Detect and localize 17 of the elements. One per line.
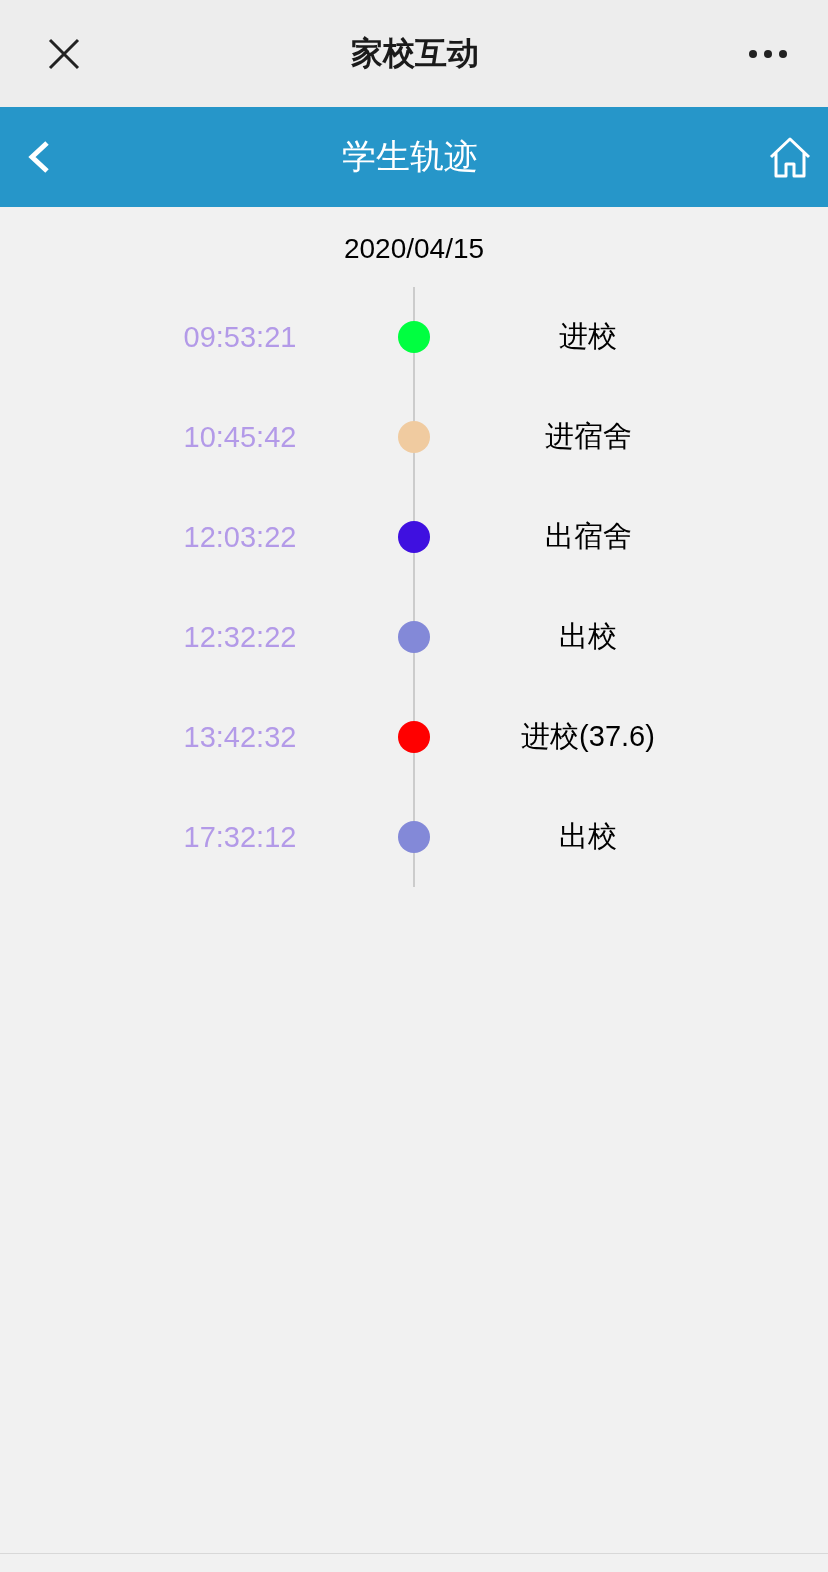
event-label: 进宿舍 [544,419,632,454]
event-time: 10:45:42 [183,420,297,454]
event-time: 09:53:21 [183,320,297,354]
event-label: 出校 [559,819,617,854]
event-label: 进校 [559,319,617,354]
date-label: 2020/04/15 [342,233,486,265]
event-time: 13:42:32 [183,720,297,754]
event-label: 出校 [559,619,617,654]
page-title: 学生轨迹 [342,136,478,177]
event-label: 出宿舍 [544,519,632,554]
event-time: 17:32:12 [183,820,297,854]
app-title: 家校互动 [351,33,479,73]
event-label: 进校(37.6) [521,719,655,754]
event-time: 12:03:22 [183,520,297,554]
home-icon[interactable] [768,135,812,179]
event-time: 12:32:22 [183,620,297,654]
more-icon[interactable] [748,48,788,59]
